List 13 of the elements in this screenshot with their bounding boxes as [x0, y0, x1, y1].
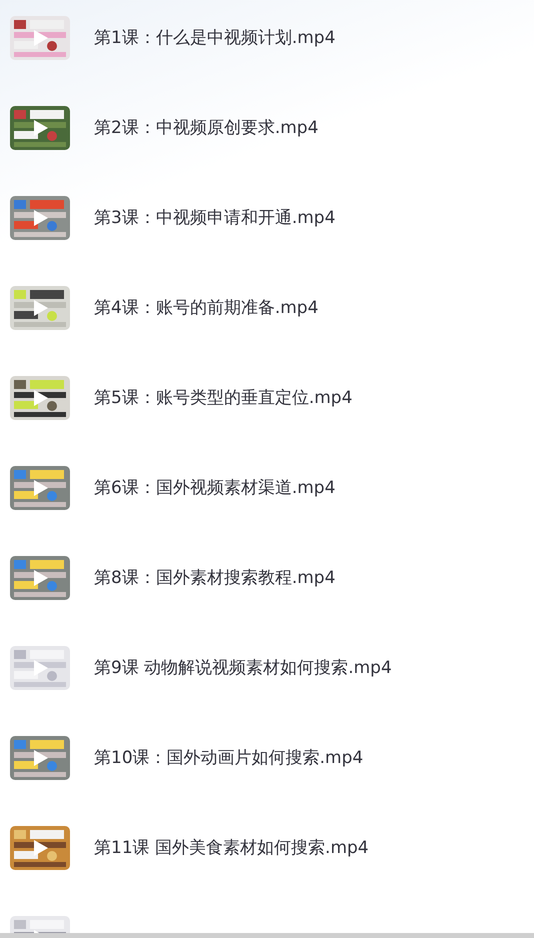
lesson-title[interactable]: 第3课：中视频申请和开通.mp4	[94, 207, 336, 229]
play-icon[interactable]	[34, 840, 48, 856]
lesson-title[interactable]: 第10课：国外动画片如何搜索.mp4	[94, 747, 364, 769]
lesson-title[interactable]: 第11课 国外美食素材如何搜索.mp4	[94, 837, 369, 859]
lesson-title[interactable]: 第4课：账号的前期准备.mp4	[94, 297, 318, 319]
lesson-title[interactable]: 第6课：国外视频素材渠道.mp4	[94, 477, 336, 499]
play-icon[interactable]	[34, 390, 48, 406]
lesson-title[interactable]: 第2课：中视频原创要求.mp4	[94, 117, 318, 139]
play-icon[interactable]	[34, 120, 48, 136]
lesson-title[interactable]: 第8课：国外素材搜索教程.mp4	[94, 567, 336, 589]
lesson-title[interactable]: 第9课 动物解说视频素材如何搜索.mp4	[94, 657, 392, 679]
lesson-title[interactable]: 第5课：账号类型的垂直定位.mp4	[94, 387, 352, 409]
lesson-title[interactable]: 第1课：什么是中视频计划.mp4	[94, 27, 336, 49]
